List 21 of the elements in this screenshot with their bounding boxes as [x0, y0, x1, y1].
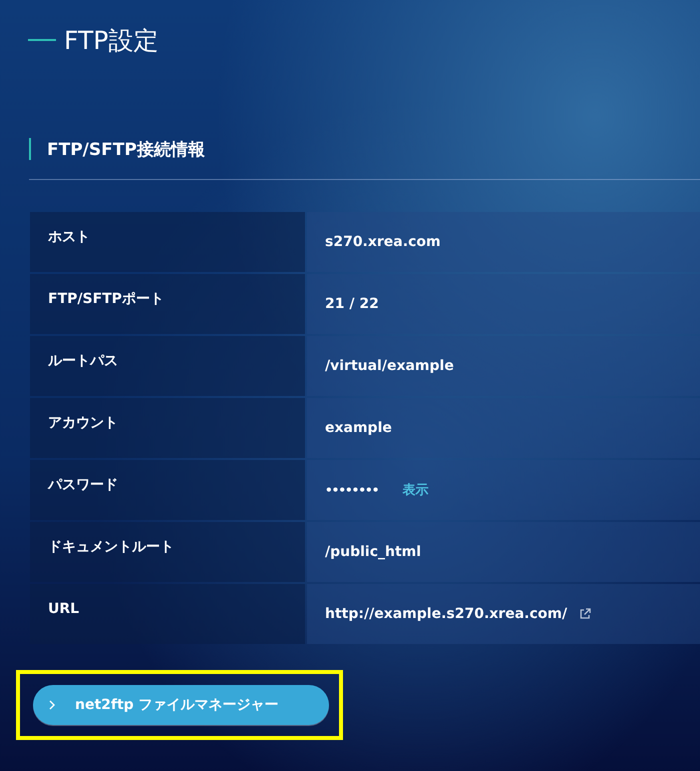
file-manager-button[interactable]: net2ftp ファイルマネージャー: [33, 685, 329, 725]
label-cell: URL: [30, 584, 305, 644]
heading-dash: [28, 39, 56, 41]
label-cell: パスワード: [30, 460, 305, 520]
label-cell: ホスト: [30, 212, 305, 272]
page-title: FTP設定: [64, 24, 158, 56]
value-text: s270.xrea.com: [325, 234, 441, 250]
value-text: ••••••••: [325, 483, 378, 497]
label-cell: アカウント: [30, 398, 305, 458]
value-text: http://example.s270.xrea.com/: [325, 606, 568, 622]
show-link[interactable]: 表示: [402, 481, 428, 499]
label-cell: ドキュメントルート: [30, 522, 305, 582]
value-text: example: [325, 420, 392, 436]
label-cell: ルートパス: [30, 336, 305, 396]
chevron-icon: [49, 700, 55, 710]
external-link-icon[interactable]: [579, 608, 592, 620]
value-text: /public_html: [325, 544, 422, 560]
section-title: FTP/SFTP接続情報: [47, 138, 205, 160]
value-text: /virtual/example: [325, 358, 454, 374]
value-text: 21 / 22: [325, 296, 379, 312]
label-cell: FTP/SFTPポート: [30, 274, 305, 334]
